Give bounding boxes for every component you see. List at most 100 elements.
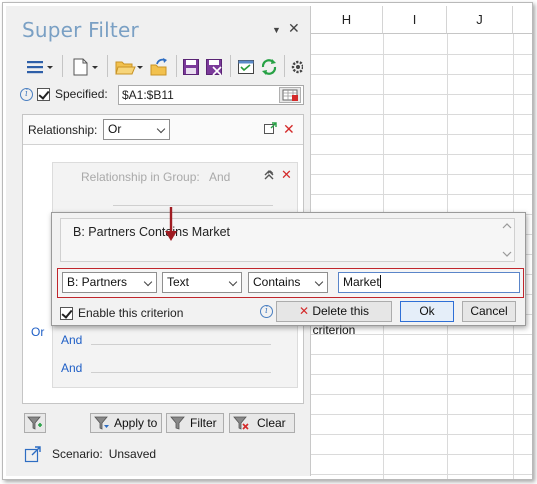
range-select-button[interactable] — [279, 87, 301, 103]
column-header-i[interactable]: I — [383, 6, 447, 34]
grid-line — [311, 414, 532, 415]
grid-line — [311, 134, 532, 135]
folder-open-icon — [115, 61, 143, 75]
filter-label: Filter — [190, 416, 217, 430]
add-criterion-button[interactable] — [24, 413, 46, 433]
column-header-next[interactable] — [513, 6, 532, 34]
specified-checkbox[interactable] — [37, 87, 50, 101]
grid-line — [311, 354, 532, 355]
info-icon[interactable]: i — [20, 87, 33, 101]
column-select[interactable]: B: Partners — [62, 272, 157, 293]
save-as-icon — [206, 59, 222, 76]
filter-clear-icon — [233, 416, 249, 430]
criterion-line — [113, 205, 273, 206]
and-link-1[interactable]: And — [61, 333, 82, 347]
group-relationship-label: Relationship in Group: — [81, 170, 200, 184]
chevron-down-icon — [143, 277, 153, 287]
refresh-button[interactable] — [258, 55, 280, 79]
criterion-editor-popup: B: Partners Contains Market B: Partners … — [51, 207, 526, 337]
add-group-icon[interactable] — [263, 122, 277, 136]
list-menu-icon — [27, 61, 53, 74]
pointer-arrow-icon — [165, 207, 177, 241]
toolbar-separator — [62, 55, 63, 77]
ok-button[interactable]: Ok — [400, 301, 454, 322]
delete-icon: ✕ — [298, 304, 309, 318]
clear-button[interactable]: Clear — [229, 413, 295, 433]
grid-line — [311, 54, 532, 55]
specified-label: Specified: — [55, 87, 108, 101]
refresh-icon — [261, 59, 277, 75]
criterion-description: B: Partners Contains Market — [60, 218, 515, 262]
relationship-select-value: Or — [108, 122, 122, 136]
list-menu-button[interactable] — [24, 55, 56, 79]
grid-line — [311, 74, 532, 75]
pane-title: Super Filter — [22, 18, 139, 42]
grid-line — [311, 154, 532, 155]
criterion-line — [91, 372, 271, 373]
specified-row: i Specified: — [20, 85, 108, 103]
grid-line — [311, 434, 532, 435]
relationship-select[interactable]: Or — [103, 119, 170, 140]
remove-group-icon[interactable]: ✕ — [281, 168, 292, 182]
delete-criterion-button[interactable]: ✕ Delete this criterion — [276, 301, 392, 337]
relationship-header: Relationship: Or ✕ — [23, 115, 303, 145]
range-input[interactable]: $A1:$B11 — [118, 85, 304, 105]
clear-label: Clear — [257, 416, 286, 430]
column-header-j[interactable]: J — [447, 6, 513, 34]
criterion-value-input[interactable]: Market — [338, 272, 520, 293]
column-header-h[interactable]: H — [311, 6, 383, 34]
filter-icon — [170, 416, 185, 430]
pane-close-icon[interactable]: ✕ — [288, 20, 300, 37]
toolbar-separator — [284, 55, 285, 77]
or-relationship-link[interactable]: Or — [31, 325, 44, 339]
open-scenario-button[interactable] — [113, 55, 147, 79]
filter-apply-icon — [94, 416, 109, 430]
scenario-row: Scenario: Unsaved — [24, 444, 156, 464]
grid-line — [311, 454, 532, 455]
gear-icon — [291, 60, 303, 74]
enable-criterion-label: Enable this criterion — [78, 306, 184, 320]
group-relationship-value[interactable]: And — [209, 170, 230, 184]
filter-button[interactable]: Filter — [166, 413, 224, 433]
criterion-value-text: Market — [343, 275, 380, 289]
remove-relationship-icon[interactable]: ✕ — [283, 122, 295, 136]
description-scrollbar[interactable] — [500, 219, 514, 261]
operator-select-value: Contains — [253, 275, 301, 289]
export-icon[interactable] — [24, 445, 42, 463]
column-select-value: B: Partners — [67, 275, 128, 289]
manage-scenario-button[interactable] — [235, 55, 257, 79]
toolbar-separator — [230, 55, 231, 77]
enable-criterion-checkbox[interactable] — [60, 306, 73, 320]
settings-button[interactable] — [289, 55, 303, 79]
save-as-scenario-button[interactable] — [203, 55, 225, 79]
grid-line — [311, 114, 532, 115]
apply-to-button[interactable]: Apply to — [90, 413, 162, 433]
type-select-value: Text — [167, 275, 190, 289]
window-frame: H I J Super Filter ▼ ✕ i Specified: $A1:… — [2, 2, 533, 480]
criterion-row: B: Partners Text Contains Market — [57, 268, 524, 298]
grid-line — [311, 474, 532, 475]
scenario-window-icon — [238, 60, 254, 74]
relationship-label: Relationship: — [28, 123, 98, 137]
save-icon — [183, 59, 199, 75]
toolbar-separator — [176, 55, 177, 77]
filter-add-icon — [27, 416, 42, 430]
save-as-folder-button[interactable] — [148, 55, 170, 79]
new-file-icon — [73, 58, 98, 76]
new-scenario-button[interactable] — [68, 55, 102, 79]
enable-criterion-row: Enable this criterion — [60, 306, 183, 320]
info-icon[interactable]: i — [260, 305, 273, 318]
pane-menu-arrow-icon[interactable]: ▼ — [272, 25, 281, 35]
chevron-down-icon — [228, 277, 238, 287]
save-scenario-button[interactable] — [180, 55, 202, 79]
scenario-label: Scenario: — [52, 447, 103, 461]
double-chevron-up-icon[interactable] — [263, 169, 275, 181]
operator-select[interactable]: Contains — [248, 272, 328, 293]
chevron-down-icon — [314, 277, 324, 287]
apply-to-label: Apply to — [114, 416, 158, 430]
and-link-2[interactable]: And — [61, 361, 82, 375]
scroll-arrows-icon — [502, 223, 512, 257]
grid-line — [311, 94, 532, 95]
type-select[interactable]: Text — [162, 272, 242, 293]
cancel-button[interactable]: Cancel — [462, 301, 516, 322]
